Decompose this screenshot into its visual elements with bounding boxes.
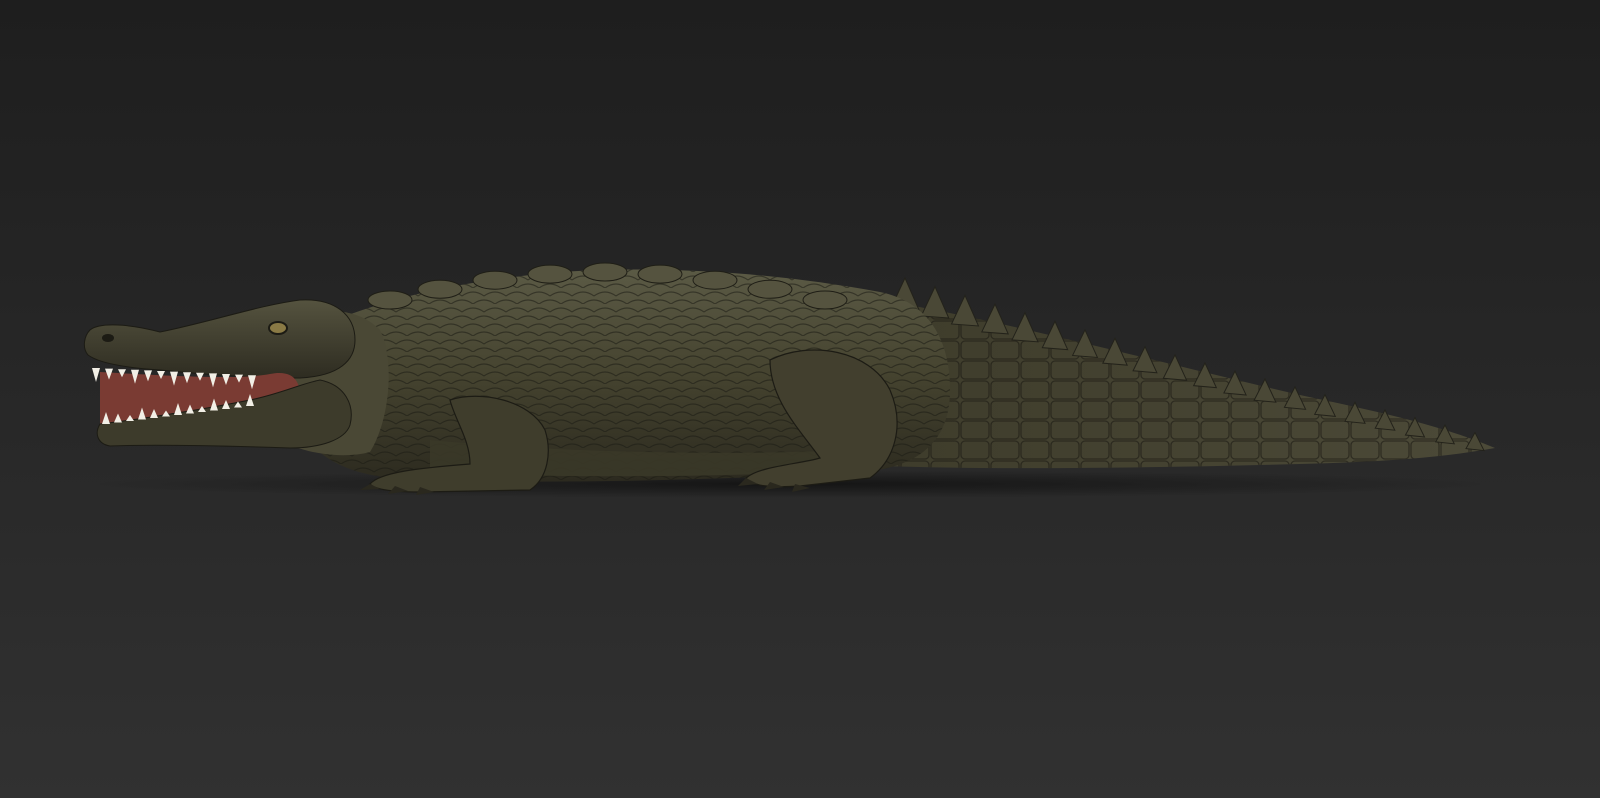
dorsal-scute: [637, 264, 683, 284]
dorsal-scute: [367, 290, 413, 310]
dorsal-scute: [582, 262, 628, 282]
dorsal-scute: [527, 264, 573, 284]
crocodile-render-canvas: [0, 0, 1600, 798]
render-viewport: [0, 0, 1600, 798]
dorsal-scute: [692, 270, 738, 290]
crocodile-eye: [268, 321, 288, 335]
dorsal-scute: [747, 279, 793, 299]
dorsal-scute: [802, 290, 848, 310]
dorsal-scute: [417, 279, 463, 299]
crocodile-nostril: [102, 334, 114, 342]
dorsal-scute: [472, 270, 518, 290]
